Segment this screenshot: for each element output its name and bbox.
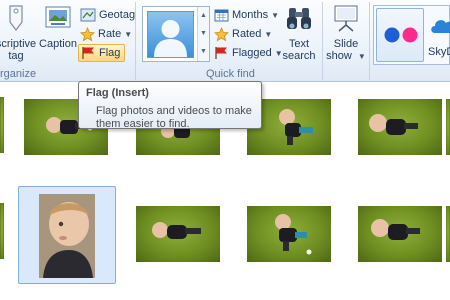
photo-thumbnail[interactable] [39,194,95,278]
chevron-down-icon: ▼ [264,29,273,39]
photo-thumbnail[interactable] [247,206,331,262]
gallery-scroll-down-icon[interactable]: ▼ [198,25,209,43]
months-button[interactable]: Months ▼ [214,6,279,24]
flag-icon [81,46,96,60]
caption-icon [38,4,78,35]
binoculars-icon [280,4,318,35]
group-separator [369,2,370,80]
ribbon: scriptive tag Caption Geotag [0,0,450,82]
organize-group-label: rganize [0,68,37,80]
rate-label: Rate [98,28,122,40]
group-separator [135,2,136,80]
child-figure [150,218,206,255]
descriptive-tag-label-2: tag [8,50,24,62]
quick-find-group-label: Quick find [206,68,255,80]
rated-button[interactable]: Rated ▼ [214,25,272,43]
rate-button[interactable]: Rate ▼ [80,25,132,43]
photo-thumbnail[interactable] [358,99,442,155]
people-gallery[interactable]: ▲ ▼ ▼ [142,6,210,62]
flag-tooltip: Flag (Insert) Flag photos and videos to … [78,81,262,131]
descriptive-tag-label-1: scriptive [0,38,37,50]
person-icon [154,20,187,57]
child-figure [269,212,313,259]
text-search-button[interactable]: Text search [280,4,318,62]
geotag-icon [80,8,96,22]
skydrive-label: SkyD [428,46,450,58]
rated-label: Rated [232,28,262,40]
text-search-label-1: Text [288,38,310,50]
geotag-label: Geotag [99,9,136,21]
group-separator [322,2,323,80]
people-gallery-item[interactable] [147,11,194,58]
gallery-scrollbar[interactable]: ▲ ▼ ▼ [197,7,209,61]
photo-thumbnail[interactable] [136,206,220,262]
flickr-button[interactable] [376,8,424,62]
slide-show-button[interactable]: Slide show ▼ [326,4,366,63]
chevron-down-icon: ▼ [357,52,366,61]
flag-label: Flag [99,47,121,59]
photo-thumbnail[interactable] [0,203,4,259]
star-icon [214,26,229,42]
flagged-label: Flagged [232,47,272,59]
photo-thumbnail[interactable] [358,206,442,262]
slide-show-label-1: Slide [333,38,359,50]
flag-button[interactable]: Flag [78,44,126,62]
gallery-scroll-up-icon[interactable]: ▲ [198,7,209,25]
geotag-button[interactable]: Geotag [80,6,135,24]
flagged-button[interactable]: Flagged ▼ [214,44,283,62]
tooltip-body: Flag photos and videos to make them easi… [86,105,254,131]
child-figure [366,111,422,148]
months-label: Months [232,9,269,21]
tooltip-body-line-2: them easier to find. [96,118,190,130]
photo-thumbnail[interactable] [0,97,4,153]
share-gallery: SkyD [373,5,450,65]
caption-label: Caption [39,38,77,50]
child-figure [368,216,424,253]
calendar-icon [214,8,229,22]
tooltip-body-line-1: Flag photos and videos to make [96,105,252,117]
star-icon [80,26,95,42]
text-search-label-2: search [282,50,316,62]
photo-thumbnail[interactable] [446,99,450,155]
tooltip-title: Flag (Insert) [86,87,149,99]
caption-button[interactable]: Caption [38,4,78,50]
chevron-down-icon: ▼ [124,29,133,39]
gallery-more-icon[interactable]: ▼ [198,43,209,61]
child-figure [275,107,319,150]
tag-icon [0,4,40,35]
descriptive-tag-button[interactable]: scriptive tag [0,4,40,62]
child-portrait [39,194,95,278]
projector-icon [326,4,366,35]
cloud-icon [429,14,450,39]
photo-thumbnail[interactable] [446,206,450,262]
slide-show-label-2: show [326,50,352,62]
flickr-icon [383,26,419,47]
chevron-down-icon: ▼ [271,10,279,20]
flag-icon [214,46,229,60]
skydrive-button[interactable]: SkyD [426,8,450,62]
